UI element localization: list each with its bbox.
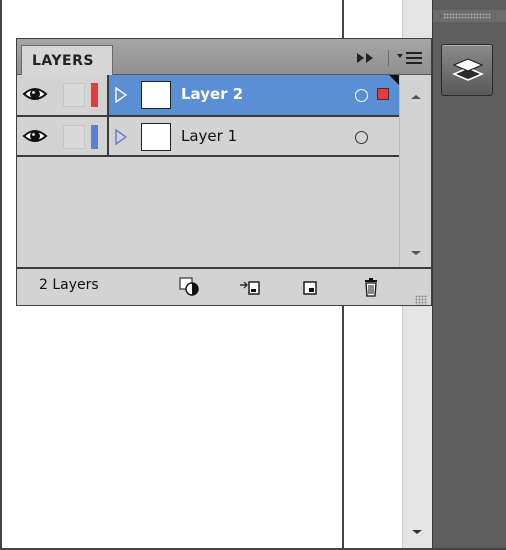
row-divider [107,117,109,155]
panel-dock [432,0,506,548]
title-separator [388,50,389,66]
layer-thumbnail [141,123,171,151]
layers-panel: LAYERS Layer 2 Layer 1 2 Layers [16,38,432,306]
scroll-down-arrow-icon[interactable] [411,251,421,255]
layer-count: 2 Layers [39,277,99,293]
expand-arrow-icon[interactable] [115,129,127,145]
window-edge-left [0,0,2,550]
create-sublayer-icon[interactable] [239,277,261,297]
selection-indicator-icon[interactable] [377,88,389,100]
resize-grip-icon[interactable] [415,295,427,305]
dock-grip-icon[interactable] [443,13,491,19]
tab-layers[interactable]: LAYERS [21,45,113,76]
eye-icon[interactable] [21,81,49,107]
eye-icon[interactable] [21,123,49,149]
current-layer-flag-icon [389,75,399,85]
panel-title-bar[interactable]: LAYERS [17,39,431,76]
expand-arrow-icon[interactable] [115,87,127,103]
layer-row-layer-2[interactable]: Layer 2 [17,75,399,117]
layer-list: Layer 2 Layer 1 [17,75,399,157]
layer-row-layer-1[interactable]: Layer 1 [17,117,399,157]
layer-color-bar [91,125,98,149]
scroll-up-arrow-icon[interactable] [411,95,421,99]
scroll-down-arrow-icon[interactable] [412,530,422,534]
layer-color-bar [91,83,98,107]
dock-header[interactable] [433,10,506,22]
layers-dock-button[interactable] [441,44,493,96]
lock-toggle[interactable] [63,125,85,149]
panel-scrollbar[interactable] [399,75,431,267]
delete-layer-icon[interactable] [361,277,383,297]
create-new-layer-icon[interactable] [299,277,321,297]
target-circle-icon[interactable] [355,131,368,144]
make-clipping-mask-icon[interactable] [179,277,201,297]
layers-icon [452,58,484,81]
lock-toggle[interactable] [63,83,85,107]
target-circle-icon[interactable] [355,89,368,102]
canvas-bottom [2,528,342,548]
layer-name[interactable]: Layer 2 [181,85,243,103]
layer-thumbnail [141,81,171,109]
panel-footer: 2 Layers [17,267,431,305]
workspace: LAYERS Layer 2 Layer 1 2 Layers [0,0,506,550]
panel-menu-icon[interactable] [397,50,423,66]
layer-name[interactable]: Layer 1 [181,127,237,145]
collapse-icon[interactable] [357,53,375,63]
